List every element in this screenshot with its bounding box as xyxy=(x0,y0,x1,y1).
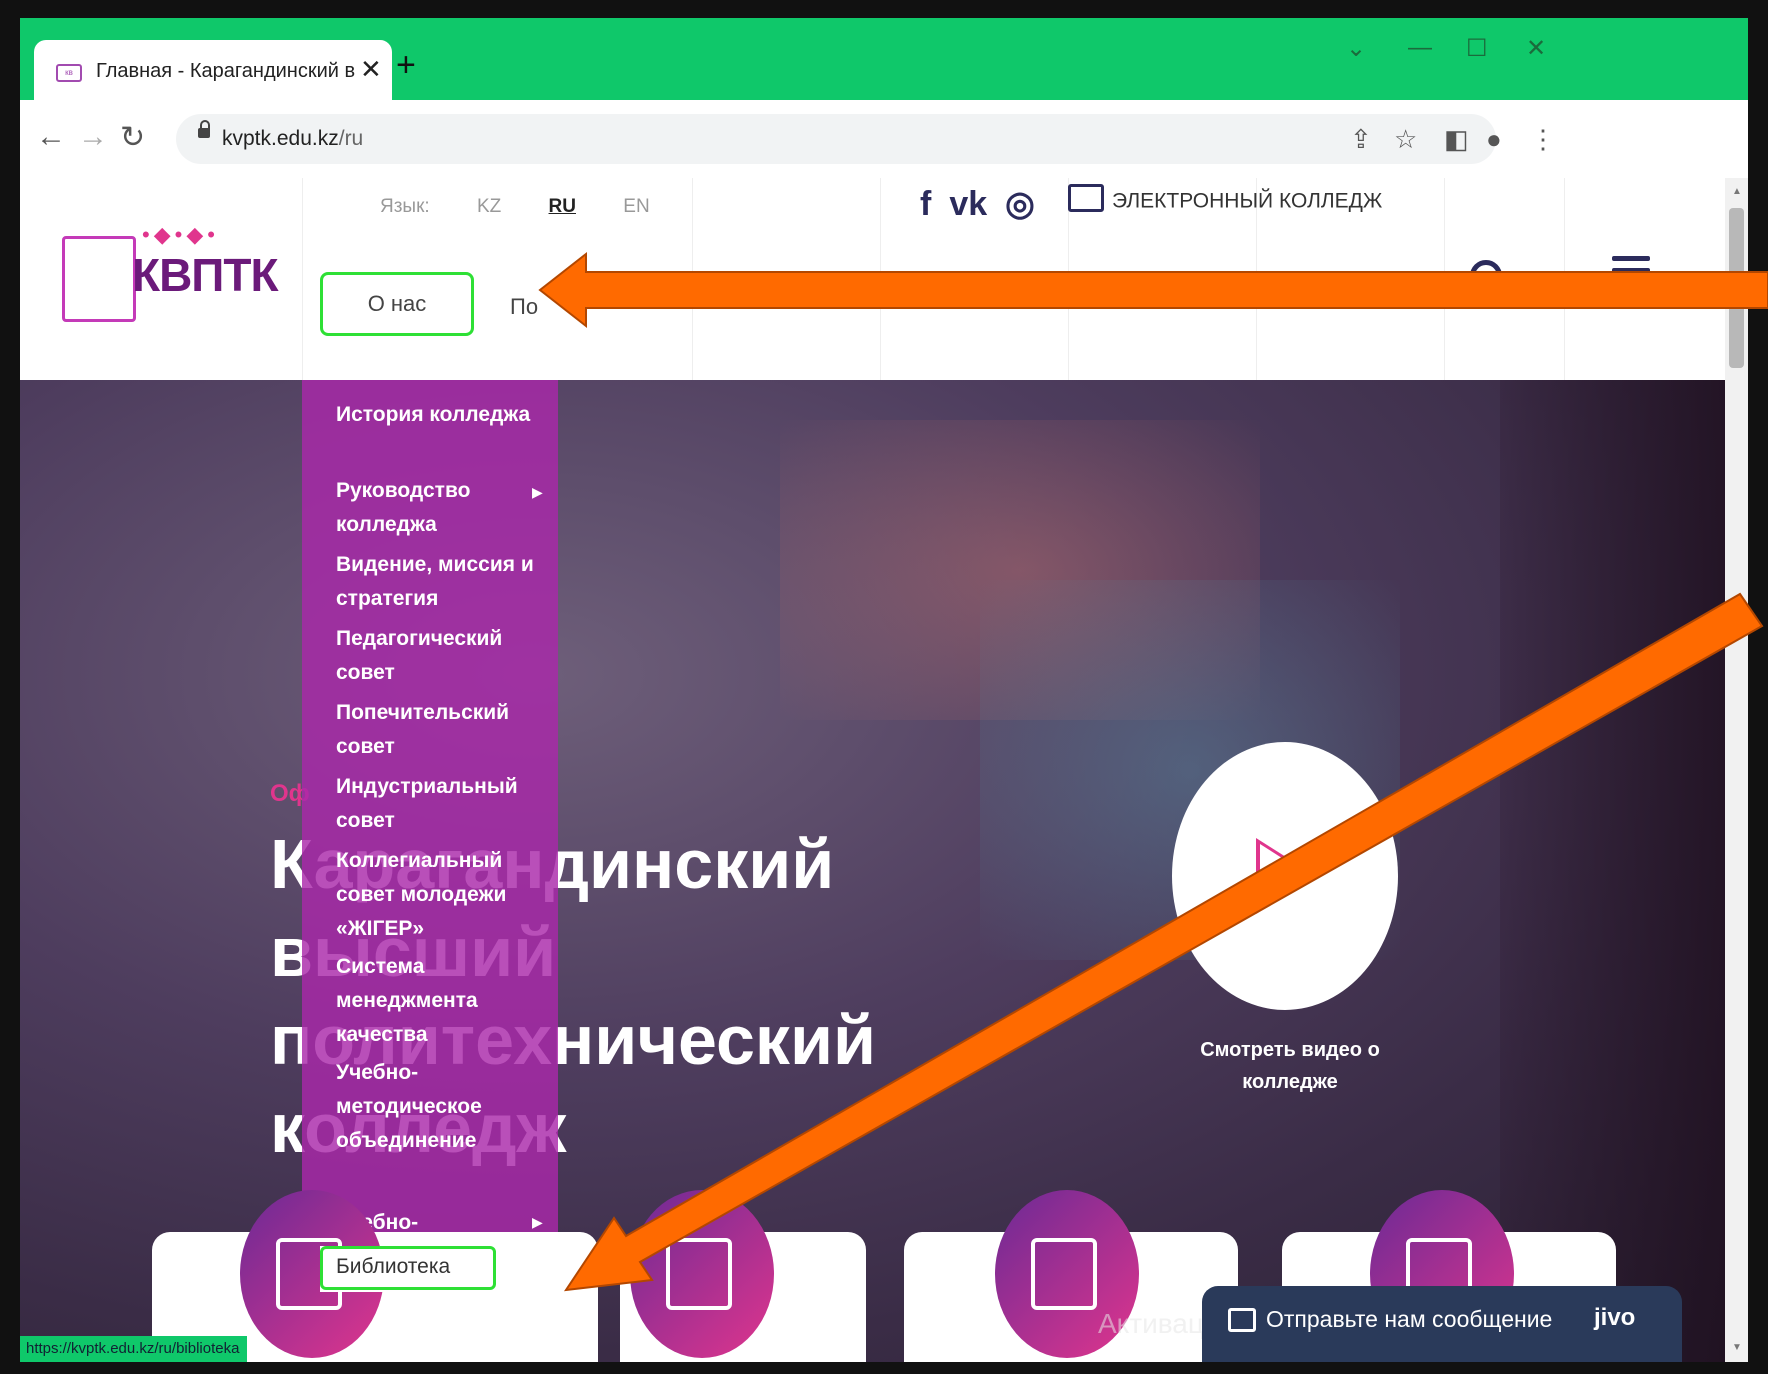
nav-about-us[interactable]: О нас xyxy=(320,272,474,336)
profile-icon[interactable]: ● xyxy=(1486,124,1502,155)
e-college-link[interactable]: ЭЛЕКТРОННЫЙ КОЛЛЕДЖ xyxy=(1068,184,1383,216)
logo-computer-icon xyxy=(62,236,136,322)
submenu-arrow-icon: ▶ xyxy=(532,1214,543,1230)
reload-icon[interactable]: ↻ xyxy=(120,120,145,155)
play-video-button[interactable] xyxy=(1172,742,1398,1010)
site-logo[interactable]: •◆•◆• КВПТК xyxy=(62,222,279,332)
menu-item-youth-council[interactable]: Коллегиальный совет молодежи «ЖІГЕР» xyxy=(336,844,536,946)
forward-icon[interactable]: → xyxy=(78,120,108,154)
back-icon[interactable]: ← xyxy=(36,120,66,154)
menu-item-library[interactable]: Библиотека xyxy=(320,1246,556,1292)
tab-strip: кв Главная - Карагандинский высш ✕ + ⌄ —… xyxy=(20,18,1748,100)
social-links: f vk ◎ xyxy=(920,184,1053,224)
page-scrollbar[interactable]: ▲ ▼ xyxy=(1725,178,1748,1362)
url-domain: kvptk.edu.kz xyxy=(222,127,339,150)
play-icon xyxy=(1256,838,1316,914)
url-path: /ru xyxy=(338,127,364,150)
logo-text: КВПТК xyxy=(132,249,279,301)
scroll-up-icon[interactable]: ▲ xyxy=(1732,186,1742,197)
tab-title: Главная - Карагандинский высш xyxy=(96,60,356,82)
lock-icon xyxy=(198,120,210,138)
vk-icon[interactable]: vk xyxy=(949,185,987,223)
scroll-down-icon[interactable]: ▼ xyxy=(1732,1342,1742,1353)
status-bar-url: https://kvptk.edu.kz/ru/biblioteka xyxy=(20,1336,248,1362)
site-header: •◆•◆• КВПТК Язык: KZ RU EN fvk ◎ ЭЛЕКТРО… xyxy=(20,178,1725,380)
divider xyxy=(692,178,693,380)
menu-item-methodical-association[interactable]: Учебно-методическое объединение xyxy=(336,1056,536,1158)
hero-background xyxy=(1500,380,1725,1362)
bookmark-star-icon[interactable]: ☆ xyxy=(1394,124,1417,155)
address-toolbar: ← → ↻ kvptk.edu.kz/ru ⇪ ☆ ◧ ● ⋮ xyxy=(20,100,1748,179)
url-text: kvptk.edu.kz/ru xyxy=(222,127,363,151)
menu-item-vision[interactable]: Видение, миссия и стратегия xyxy=(336,548,536,616)
submenu-arrow-icon: ▶ xyxy=(532,484,543,500)
menu-item-leadership[interactable]: Руководство колледжа xyxy=(336,474,536,542)
screenshot-frame: кв Главная - Карагандинский высш ✕ + ⌄ —… xyxy=(0,0,1768,1374)
close-window-icon[interactable]: ✕ xyxy=(1526,34,1546,63)
tab-search-icon[interactable]: ⌄ xyxy=(1346,34,1366,63)
menu-item-industrial-council[interactable]: Индустриальный совет xyxy=(336,770,536,838)
maximize-icon[interactable]: ☐ xyxy=(1466,34,1488,63)
favicon-icon: кв xyxy=(56,64,82,82)
instagram-icon[interactable]: ◎ xyxy=(1005,185,1035,223)
chat-prompt: Отправьте нам сообщение xyxy=(1266,1306,1553,1332)
watch-video-label[interactable]: Смотреть видео о колледже xyxy=(1180,1034,1400,1098)
new-tab-button[interactable]: + xyxy=(396,46,416,85)
divider xyxy=(1444,178,1445,380)
language-label: Язык: xyxy=(380,196,430,217)
e-college-label: ЭЛЕКТРОННЫЙ КОЛЛЕДЖ xyxy=(1112,189,1383,213)
search-icon[interactable] xyxy=(1470,260,1502,292)
scrollbar-thumb[interactable] xyxy=(1729,208,1744,368)
menu-item-pedagogical-council[interactable]: Педагогический совет xyxy=(336,622,536,690)
facebook-icon[interactable]: f xyxy=(920,185,931,223)
divider xyxy=(880,178,881,380)
web-page: •◆•◆• КВПТК Язык: KZ RU EN fvk ◎ ЭЛЕКТРО… xyxy=(20,178,1725,1362)
jivo-logo: jivo xyxy=(1594,1304,1636,1331)
browser-tab[interactable]: кв Главная - Карагандинский высш ✕ xyxy=(34,40,392,100)
menu-kebab-icon[interactable]: ⋮ xyxy=(1530,124,1556,155)
language-switcher: Язык: KZ RU EN xyxy=(380,196,692,218)
close-tab-icon[interactable]: ✕ xyxy=(360,54,382,85)
menu-item-history[interactable]: История колледжа xyxy=(336,398,536,432)
address-bar[interactable]: kvptk.edu.kz/ru xyxy=(176,114,1496,164)
divider xyxy=(1564,178,1565,380)
logo-decoration: •◆•◆• xyxy=(142,222,219,247)
minimize-icon[interactable]: — xyxy=(1408,34,1432,62)
divider xyxy=(302,178,303,380)
browser-window: кв Главная - Карагандинский высш ✕ + ⌄ —… xyxy=(20,18,1748,1362)
building-icon xyxy=(630,1190,774,1358)
lang-ru[interactable]: RU xyxy=(549,196,576,217)
share-icon[interactable]: ⇪ xyxy=(1350,124,1372,155)
lang-en[interactable]: EN xyxy=(623,196,649,217)
nav-item-next[interactable]: По xyxy=(510,294,538,320)
menu-item-quality-management[interactable]: Система менеджмента качества xyxy=(336,950,536,1052)
hamburger-menu-icon[interactable] xyxy=(1612,256,1650,292)
monitor-icon xyxy=(1068,184,1104,212)
chat-widget[interactable]: Отправьте нам сообщение jivo xyxy=(1202,1286,1682,1362)
envelope-icon xyxy=(1228,1308,1256,1332)
lang-kz[interactable]: KZ xyxy=(477,196,501,217)
menu-item-board-of-trustees[interactable]: Попечительский совет xyxy=(336,696,536,764)
side-panel-icon[interactable]: ◧ xyxy=(1444,124,1469,155)
menu-item-library-label: Библиотека xyxy=(336,1255,451,1278)
